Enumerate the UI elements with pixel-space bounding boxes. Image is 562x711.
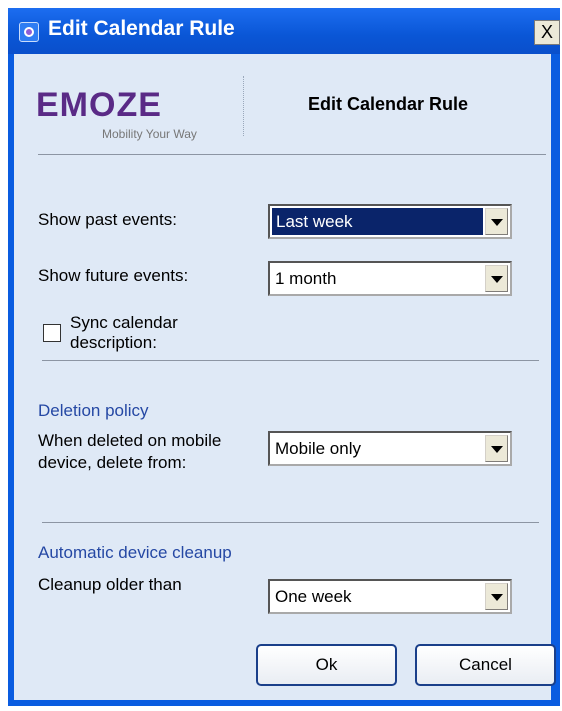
past-events-value: Last week [272, 208, 483, 235]
cleanup-label: Cleanup older than [38, 575, 182, 594]
header-title: Edit Calendar Rule [308, 94, 469, 114]
cleanup-value: One week [275, 587, 352, 606]
window-title: Edit Calendar Rule [48, 17, 235, 40]
title-bar[interactable]: Edit Calendar Rule X [8, 8, 560, 54]
divider [42, 522, 539, 523]
sync-description-label: Sync calendar description: [70, 313, 178, 352]
deletion-value: Mobile only [275, 439, 361, 458]
past-events-label: Show past events: [38, 210, 177, 229]
cancel-button[interactable]: Cancel [415, 644, 556, 686]
future-events-value: 1 month [275, 269, 337, 288]
cleanup-select[interactable]: One week [268, 579, 512, 614]
logo-tagline: Mobility Your Way [102, 127, 197, 141]
chevron-down-icon[interactable] [485, 583, 508, 610]
sync-description-checkbox[interactable] [43, 324, 61, 342]
future-events-select[interactable]: 1 month [268, 261, 512, 296]
chevron-down-icon[interactable] [485, 435, 508, 462]
future-events-label: Show future events: [38, 266, 189, 285]
deletion-policy-heading: Deletion policy [38, 401, 149, 420]
dialog-content: EMOZE Mobility Your Way Edit Calendar Ru… [14, 54, 556, 700]
past-events-select[interactable]: Last week [268, 204, 512, 239]
app-icon [19, 22, 39, 42]
emoze-logo: EMOZE Mobility Your Way [36, 76, 226, 146]
divider [38, 154, 546, 155]
logo-text: EMOZE [36, 86, 162, 124]
cleanup-heading: Automatic device cleanup [38, 543, 232, 562]
deletion-select[interactable]: Mobile only [268, 431, 512, 466]
dialog-window: Edit Calendar Rule X EMOZE Mobility Your… [8, 8, 560, 706]
divider [42, 360, 539, 361]
logo-divider [243, 76, 244, 136]
chevron-down-icon[interactable] [485, 208, 508, 235]
ok-button[interactable]: Ok [256, 644, 397, 686]
chevron-down-icon[interactable] [485, 265, 508, 292]
close-button[interactable]: X [534, 20, 560, 45]
deletion-label: When deleted on mobile device, delete fr… [38, 431, 222, 472]
